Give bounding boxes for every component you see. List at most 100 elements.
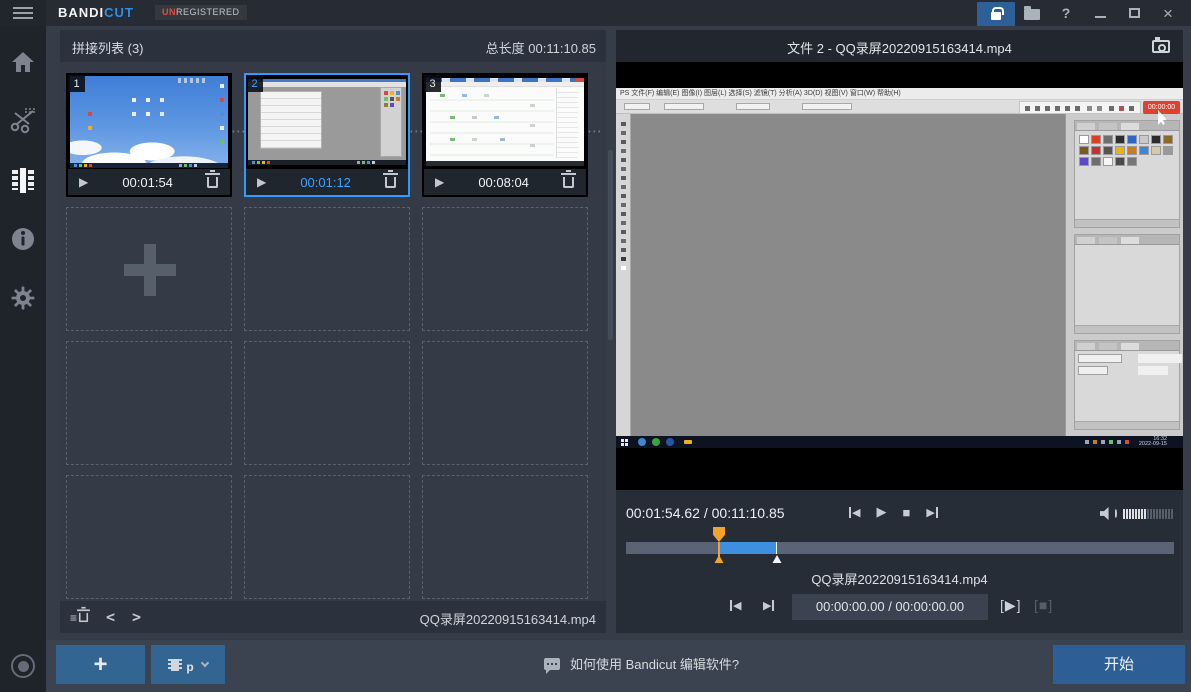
clear-list-button[interactable]: ≡ — [70, 612, 89, 623]
clip-card-3[interactable]: 3 ▶ 00:08:04 — [422, 73, 588, 197]
clip-play-button[interactable]: ▶ — [257, 175, 266, 189]
segment-play-button[interactable]: [▶] — [1000, 597, 1022, 614]
snapshot-button[interactable] — [1149, 37, 1173, 55]
segment-stop-button: [■] — [1034, 597, 1053, 613]
swatch — [1079, 146, 1089, 155]
question-icon: ? — [1062, 5, 1071, 21]
swatch — [1115, 146, 1125, 155]
clip-delete-button[interactable] — [207, 177, 218, 188]
minimize-icon — [1095, 16, 1106, 18]
maximize-button[interactable] — [1117, 0, 1151, 26]
sidebar-item-cut[interactable] — [0, 99, 46, 143]
menu-button[interactable] — [0, 0, 46, 26]
swatch — [1103, 157, 1113, 166]
prev-page-button[interactable]: < — [106, 608, 115, 626]
info-icon — [11, 227, 35, 251]
chevron-down-icon — [200, 659, 208, 667]
swatch — [1163, 146, 1173, 155]
add-file-button[interactable]: + — [56, 645, 145, 684]
logo-bandi: BANDI — [58, 5, 104, 20]
volume-bar — [1144, 509, 1146, 519]
volume-slider[interactable] — [1123, 509, 1174, 519]
annotation-icons — [1025, 106, 1030, 111]
swatch — [1127, 157, 1137, 166]
plus-icon — [124, 244, 176, 296]
clip-thumbnail — [68, 75, 230, 169]
list-scrollbar[interactable] — [608, 62, 613, 601]
next-frame-button[interactable]: ▶ — [926, 506, 937, 519]
maximize-icon — [1129, 8, 1140, 18]
ps-panels — [1065, 114, 1183, 436]
volume-control — [1100, 507, 1174, 520]
home-icon — [11, 51, 35, 73]
segment-end-button[interactable]: ▶ — [763, 599, 774, 612]
clip-delete-button[interactable] — [385, 177, 396, 188]
rec-timer-badge: 00:00:00 — [1143, 101, 1180, 114]
join-list-footer: ≡ < > QQ录屏20220915163414.mp4 — [60, 601, 606, 633]
swatch — [1151, 135, 1161, 144]
sidebar-item-home[interactable] — [0, 40, 46, 84]
segment-start-button[interactable]: ◀ — [730, 599, 741, 612]
ps-menubar: PS 文件(F) 编辑(E) 图像(I) 图层(L) 选择(S) 滤镜(T) 分… — [616, 88, 1183, 100]
volume-bar — [1135, 509, 1137, 519]
volume-bar — [1132, 509, 1134, 519]
taskbar-app-icons — [638, 438, 646, 446]
segment-end-handle[interactable] — [773, 555, 782, 563]
swatch — [1103, 135, 1113, 144]
play-button[interactable]: ▶ — [876, 504, 886, 520]
tray-icons — [1117, 440, 1121, 444]
ps-toolbox — [616, 114, 631, 436]
swatch — [1091, 135, 1101, 144]
windows-start-icon — [621, 439, 624, 442]
clip-toolbar: ▶ 00:01:12 — [246, 169, 408, 195]
clip-thumbnail — [246, 75, 408, 169]
swatch-grid — [1075, 131, 1179, 170]
clip-delete-button[interactable] — [563, 177, 574, 188]
open-file-button[interactable] — [1015, 0, 1049, 26]
sidebar — [0, 26, 46, 692]
join-mode-button[interactable]: p — [151, 645, 225, 684]
clip-play-button[interactable]: ▶ — [435, 175, 444, 189]
swatch — [1139, 135, 1149, 144]
volume-bar — [1156, 509, 1158, 519]
record-target-button[interactable] — [11, 654, 35, 678]
stop-button[interactable]: ■ — [902, 505, 910, 520]
timeline-track[interactable] — [626, 542, 1174, 554]
minimize-button[interactable] — [1083, 0, 1117, 26]
trash-icon — [79, 612, 88, 621]
add-clip-slot[interactable] — [66, 207, 232, 331]
scrollbar-thumb[interactable] — [608, 150, 613, 340]
sidebar-item-settings[interactable] — [0, 276, 46, 320]
segment-start-handle[interactable] — [715, 555, 724, 563]
swatch — [1127, 146, 1137, 155]
help-link[interactable]: 如何使用 Bandicut 编辑软件? — [544, 654, 739, 673]
clip-card-1[interactable]: 1 ▶ 00:01:54 — [66, 73, 232, 197]
clip-play-button[interactable]: ▶ — [79, 175, 88, 189]
thumbnail-app-window — [248, 79, 406, 165]
volume-bar — [1165, 509, 1167, 519]
clip-card-2-selected[interactable]: 2 ▶ 00:01:12 — [244, 73, 410, 197]
register-lock-button[interactable] — [977, 2, 1015, 26]
thumbnail-spreadsheet — [426, 78, 584, 166]
speaker-waves-icon — [1113, 508, 1117, 519]
playback-time: 00:01:54.62 / 00:11:10.85 — [626, 505, 785, 521]
next-page-button[interactable]: > — [132, 608, 141, 626]
titlebar: BANDICUT UNREGISTERED ? × — [0, 0, 1191, 26]
scissors-cut-icon — [9, 108, 37, 134]
swatch — [1079, 135, 1089, 144]
bottom-bar: + p 如何使用 Bandicut 编辑软件? 开始 — [46, 640, 1191, 692]
empty-slot — [422, 341, 588, 465]
help-button[interactable]: ? — [1049, 0, 1083, 26]
join-list-panel: 拼接列表 (3) 总长度 00:11:10.85 1 ▶ 00:01:54 — [60, 30, 606, 633]
prev-frame-button[interactable]: ◀ — [849, 506, 860, 519]
swatch — [1103, 146, 1113, 155]
close-button[interactable]: × — [1151, 0, 1185, 26]
playhead-marker[interactable] — [713, 527, 725, 542]
selected-segment[interactable] — [719, 542, 777, 554]
start-button[interactable]: 开始 — [1053, 645, 1185, 684]
speaker-icon[interactable] — [1100, 507, 1111, 520]
volume-bar — [1141, 509, 1143, 519]
sidebar-item-join[interactable] — [0, 158, 46, 202]
sidebar-item-info[interactable] — [0, 217, 46, 261]
clip-number-badge: 3 — [424, 75, 441, 92]
